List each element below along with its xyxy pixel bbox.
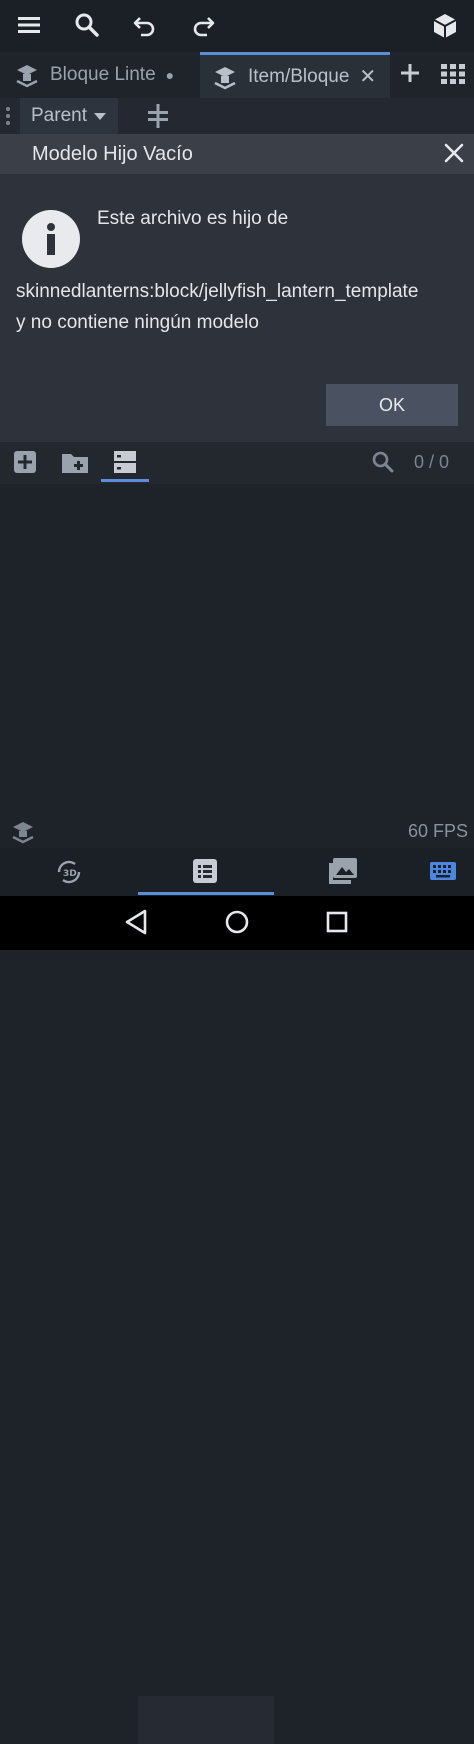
add-folder-icon[interactable] xyxy=(62,451,88,473)
dialog-title: Modelo Hijo Vacío xyxy=(32,143,193,165)
outliner-list[interactable] xyxy=(0,484,474,814)
add-element-icon[interactable] xyxy=(14,451,36,473)
top-toolbar xyxy=(0,0,474,52)
ok-button[interactable]: OK xyxy=(326,384,458,426)
search-icon[interactable] xyxy=(74,12,100,38)
3d-view-icon[interactable]: 3D xyxy=(55,858,83,886)
keyboard-icon[interactable] xyxy=(430,862,456,880)
search-result-count: 0 / 0 xyxy=(414,452,450,472)
fps-counter: 60 FPS xyxy=(408,821,469,841)
active-view-indicator xyxy=(101,479,149,482)
info-icon xyxy=(22,210,80,268)
recents-icon[interactable] xyxy=(326,911,348,933)
tab-label: Item/Bloque xyxy=(248,65,350,87)
align-icon[interactable] xyxy=(146,104,170,128)
outliner-view-icon[interactable] xyxy=(113,450,137,474)
close-tab-icon[interactable]: ✕ xyxy=(359,64,376,89)
home-icon[interactable] xyxy=(225,910,249,934)
redo-icon[interactable] xyxy=(190,12,216,38)
dialog-message-line: Este archivo es hijo de xyxy=(97,208,289,229)
tab-item-bloque[interactable]: Item/Bloque ✕ xyxy=(200,52,390,98)
dialog-model-path: skinnedlanterns:block/jellyfish_lantern_… xyxy=(16,281,419,302)
bottom-nav-active-segment xyxy=(138,1696,274,1744)
parent-dropdown-label: Parent xyxy=(31,105,87,126)
block-model-icon xyxy=(212,64,238,90)
list-editor-icon[interactable] xyxy=(193,859,217,883)
tab-label: Bloque Linte xyxy=(50,64,156,85)
dialog-message-line: y no contiene ningún modelo xyxy=(16,312,259,333)
block-model-icon xyxy=(14,62,40,88)
add-tab-icon[interactable] xyxy=(399,62,421,84)
parent-dropdown[interactable]: Parent xyxy=(20,98,118,134)
tab-bloque-linte[interactable]: Bloque Linte ● xyxy=(14,52,200,98)
grid-view-icon[interactable] xyxy=(441,64,465,84)
back-icon[interactable] xyxy=(124,909,148,935)
unsaved-dot: ● xyxy=(165,67,175,83)
svg-text:3D: 3D xyxy=(63,869,77,879)
chevron-down-icon xyxy=(93,111,107,121)
search-icon[interactable] xyxy=(372,451,394,473)
drag-handle-icon[interactable] xyxy=(5,106,11,126)
model-layers-icon[interactable] xyxy=(10,820,36,844)
undo-icon[interactable] xyxy=(132,12,158,38)
cube-icon[interactable] xyxy=(432,12,458,40)
textures-icon[interactable] xyxy=(329,858,357,884)
bottom-nav-active-indicator xyxy=(138,892,274,895)
close-icon[interactable] xyxy=(444,143,464,163)
menu-icon[interactable] xyxy=(16,12,42,38)
